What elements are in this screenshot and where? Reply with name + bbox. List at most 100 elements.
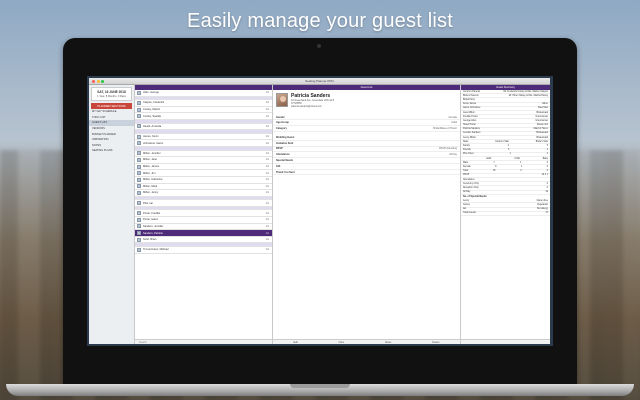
table-row[interactable]: Clayton, Frederick 1/1	[135, 100, 272, 107]
table-row[interactable]: Milton, Jenny 1/1	[135, 190, 272, 197]
search-input[interactable]: Search	[135, 339, 272, 344]
summary-label: Ian	[463, 208, 467, 211]
table-row[interactable]: Porter, Freddie 1/1	[135, 210, 272, 218]
stats-cell: 3	[508, 149, 510, 152]
field-value: RSVP Attending	[439, 147, 457, 151]
minimize-icon[interactable]	[96, 80, 100, 83]
table-row[interactable]: Sanders, Patricia 1/1	[135, 230, 272, 237]
guest-row-name: Milton, James	[143, 165, 159, 169]
summary-label: Kevin James	[463, 103, 477, 106]
table-row[interactable]: Milton, James 1/1	[135, 164, 272, 171]
app-window: Seating Planner PRO SAT, 16 JUNE 2018 1 …	[89, 78, 550, 344]
field-label: Special Needs	[276, 158, 293, 162]
table-row[interactable]: Conley, Sparkle 1/1	[135, 113, 272, 120]
table-row[interactable]: Timmermann, Michael 1/1	[135, 247, 272, 254]
summary-footer	[461, 339, 550, 344]
avatar	[137, 157, 141, 162]
summary-label: Jennifer Sanders	[463, 132, 481, 135]
guest-photo[interactable]	[276, 93, 288, 107]
detail-action-button[interactable]: Delete	[432, 340, 439, 344]
summary-label: Jane Milton	[463, 111, 475, 114]
sidebar-item[interactable]: SEATING PLANS	[89, 148, 134, 154]
summary-label: Bridal Party	[463, 98, 475, 101]
table-row[interactable]: Milton, Jennifer 1/1	[135, 151, 272, 158]
field-label: Attendance	[276, 153, 290, 157]
summary-value: 12 2 1	[541, 174, 548, 177]
table-row[interactable]: Scott, Brian 1/1	[135, 237, 272, 244]
date-main: SAT, 16 JUNE 2018	[97, 90, 126, 94]
laptop-notch	[290, 384, 350, 388]
guest-row-count: 1/1	[265, 201, 269, 205]
summary-value: Groomsman	[535, 115, 548, 118]
table-row[interactable]: Hewitt, Amanda 1/1	[135, 124, 272, 131]
avatar	[137, 190, 141, 195]
avatar	[137, 124, 141, 129]
guest-row-count: 1/1	[265, 211, 269, 215]
summary-label: Groom's Parents	[463, 90, 481, 93]
summary-value: 17	[545, 212, 548, 215]
guest-row-name: Hewitt, Amanda	[143, 124, 162, 128]
summary-label: Jenny	[463, 199, 470, 202]
guest-row-count: 1/1	[265, 135, 269, 139]
summary-value: 0	[546, 186, 548, 189]
sidebar: SAT, 16 JUNE 2018 1 Year, 8 Months, 3 Da…	[89, 85, 135, 344]
total-row: Total Guests 17	[461, 212, 550, 217]
avatar	[137, 177, 141, 182]
age-cell: 7	[493, 161, 495, 164]
summary-value: Bridesmaid	[536, 132, 549, 135]
field-label: Gender	[276, 115, 285, 119]
age-cell: 0	[546, 170, 548, 173]
guest-summary-pane: Guest Summary Groom's Parents Mr. Frederi…	[461, 85, 550, 344]
date-box: SAT, 16 JUNE 2018 1 Year, 8 Months, 3 Da…	[91, 87, 132, 101]
guest-row-name: Conley, Marion	[143, 108, 161, 112]
detail-action-button[interactable]: Notes	[385, 340, 392, 344]
guest-row-count: 1/1	[265, 238, 269, 242]
table-row[interactable]: Milton, Jane 1/1	[135, 157, 272, 164]
guest-row-name: Sanders, Jennifer	[143, 224, 164, 228]
age-cell: 15	[492, 170, 496, 173]
guest-row-count: 1/1	[265, 114, 269, 118]
guest-row-count: 1/1	[265, 101, 269, 105]
table-row[interactable]: Milton, Katherine 1/1	[135, 177, 272, 184]
stats-col: Bride's Side	[535, 140, 548, 143]
field-label: Age Group	[276, 121, 289, 125]
age-col: Child	[514, 157, 520, 160]
table-row[interactable]: Pitts, Ian 1/1	[135, 200, 272, 207]
guest-row-name: Pitts, Ian	[143, 201, 154, 205]
camera-icon	[317, 44, 321, 48]
stats-col: Groom's Side	[495, 140, 509, 143]
close-icon[interactable]	[92, 80, 95, 83]
avatar	[137, 201, 141, 206]
avatar	[137, 134, 141, 139]
avatar	[137, 231, 141, 236]
avatar	[137, 90, 141, 95]
detail-footer: Edit Files Notes Delete	[273, 339, 460, 344]
table-row[interactable]: Sanders, Jennifer 1/1	[135, 224, 272, 231]
table-row[interactable]: Porter, Helen 1/1	[135, 217, 272, 224]
guest-row-count: 1/1	[265, 191, 269, 195]
guest-row-name: Milton, Jim	[143, 171, 156, 175]
guest-row-name: Milton, Katherine	[143, 178, 163, 182]
table-row[interactable]: Johnstone, Aaron 1/1	[135, 140, 272, 147]
person-icon	[280, 96, 286, 102]
guest-row-count: 1/1	[265, 151, 269, 155]
guest-row-name: Allen, George	[143, 91, 159, 95]
detail-action-button[interactable]: Edit	[293, 340, 297, 344]
age-cell: Male	[463, 161, 468, 164]
age-cell: 1	[520, 161, 522, 164]
table-row[interactable]: Milton, Jim 1/1	[135, 170, 272, 177]
table-row[interactable]: Allen, George 1/1	[135, 90, 272, 97]
avatar	[137, 217, 141, 222]
headline: Easily manage your guest list	[187, 10, 453, 32]
detail-action-button[interactable]: Files	[339, 340, 344, 344]
detail-field[interactable]: Thank You Sent	[273, 170, 460, 176]
stats-cell: 1	[546, 153, 548, 156]
zoom-icon[interactable]	[101, 80, 104, 83]
field-label: Gift	[276, 164, 281, 168]
summary-label: Aaron Johnstone	[463, 107, 481, 110]
table-row[interactable]: Conley, Marion 1/1	[135, 107, 272, 114]
summary-label: Jenny Milton	[463, 136, 476, 139]
table-row[interactable]: Milton, Mark 1/1	[135, 184, 272, 191]
table-row[interactable]: James, Kevin 1/1	[135, 134, 272, 141]
traffic-lights	[92, 80, 104, 83]
